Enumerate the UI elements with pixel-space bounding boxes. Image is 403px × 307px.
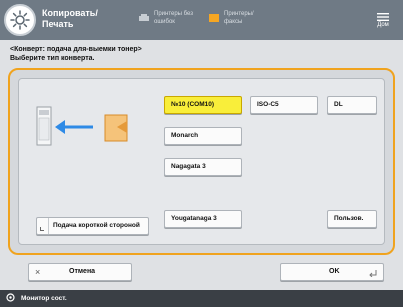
close-icon: × [35, 267, 41, 277]
ok-button[interactable]: OK [280, 263, 384, 281]
fax-status[interactable]: Принтеры/ факсы [208, 10, 254, 26]
printer-icon [138, 13, 150, 23]
ok-label: OK [329, 268, 340, 275]
warning-icon [208, 13, 220, 23]
app-title: Копировать/ Печать [42, 8, 112, 30]
app-title-line2: Печать [42, 19, 74, 29]
envelope-option-monarch[interactable]: Monarch [164, 127, 242, 145]
envelope-option-dl[interactable]: DL [327, 96, 377, 114]
envelope-option-com10[interactable]: №10 (COM10) [164, 96, 242, 114]
cancel-button[interactable]: × Отмена [28, 263, 132, 281]
menu-icon [377, 13, 389, 21]
envelope-option-iso-c5[interactable]: ISO-C5 [250, 96, 318, 114]
fax-status-line1: Принтеры/ [224, 11, 254, 17]
envelope-option-custom[interactable]: Пользов. [327, 210, 377, 228]
status-monitor-label: Монитор сост. [21, 295, 67, 302]
short-edge-feed-button[interactable]: Подача короткой стороной [36, 217, 149, 235]
status-bar[interactable]: Монитор сост. [0, 290, 403, 307]
envelope-type-panel: №10 (COM10) ISO-C5 DL Monarch Nagagata 3… [8, 68, 395, 255]
status-monitor-icon [6, 293, 15, 304]
printer-status[interactable]: Принтеры без ошибок [138, 10, 193, 26]
printer-status-line2: ошибок [154, 19, 175, 25]
short-edge-feed-label: Подача короткой стороной [53, 222, 140, 229]
short-edge-feed-checkbox [37, 218, 49, 234]
home-button[interactable]: Дом [369, 6, 397, 34]
copy-print-app-icon[interactable] [4, 4, 36, 36]
envelope-feed-illustration [36, 106, 128, 146]
envelope-option-yougatanaga-3[interactable]: Yougatanaga 3 [164, 210, 242, 228]
enter-icon [369, 270, 377, 277]
instruction-line2: Выберите тип конверта. [10, 55, 95, 62]
envelope-type-inner: №10 (COM10) ISO-C5 DL Monarch Nagagata 3… [18, 78, 385, 245]
home-label: Дом [377, 22, 389, 28]
cancel-label: Отмена [69, 268, 96, 275]
app-title-line1: Копировать/ [42, 8, 98, 18]
printer-status-line1: Принтеры без [154, 11, 193, 17]
fax-status-line2: факсы [224, 19, 243, 25]
instruction-line1: <Конверт: подача для-выемки тонер> [10, 46, 142, 53]
envelope-option-nagagata-3[interactable]: Nagagata 3 [164, 158, 242, 176]
instruction-text: <Конверт: подача для-выемки тонер> Выбер… [10, 45, 310, 63]
top-bar: Копировать/ Печать Принтеры без ошибок П… [0, 0, 403, 40]
